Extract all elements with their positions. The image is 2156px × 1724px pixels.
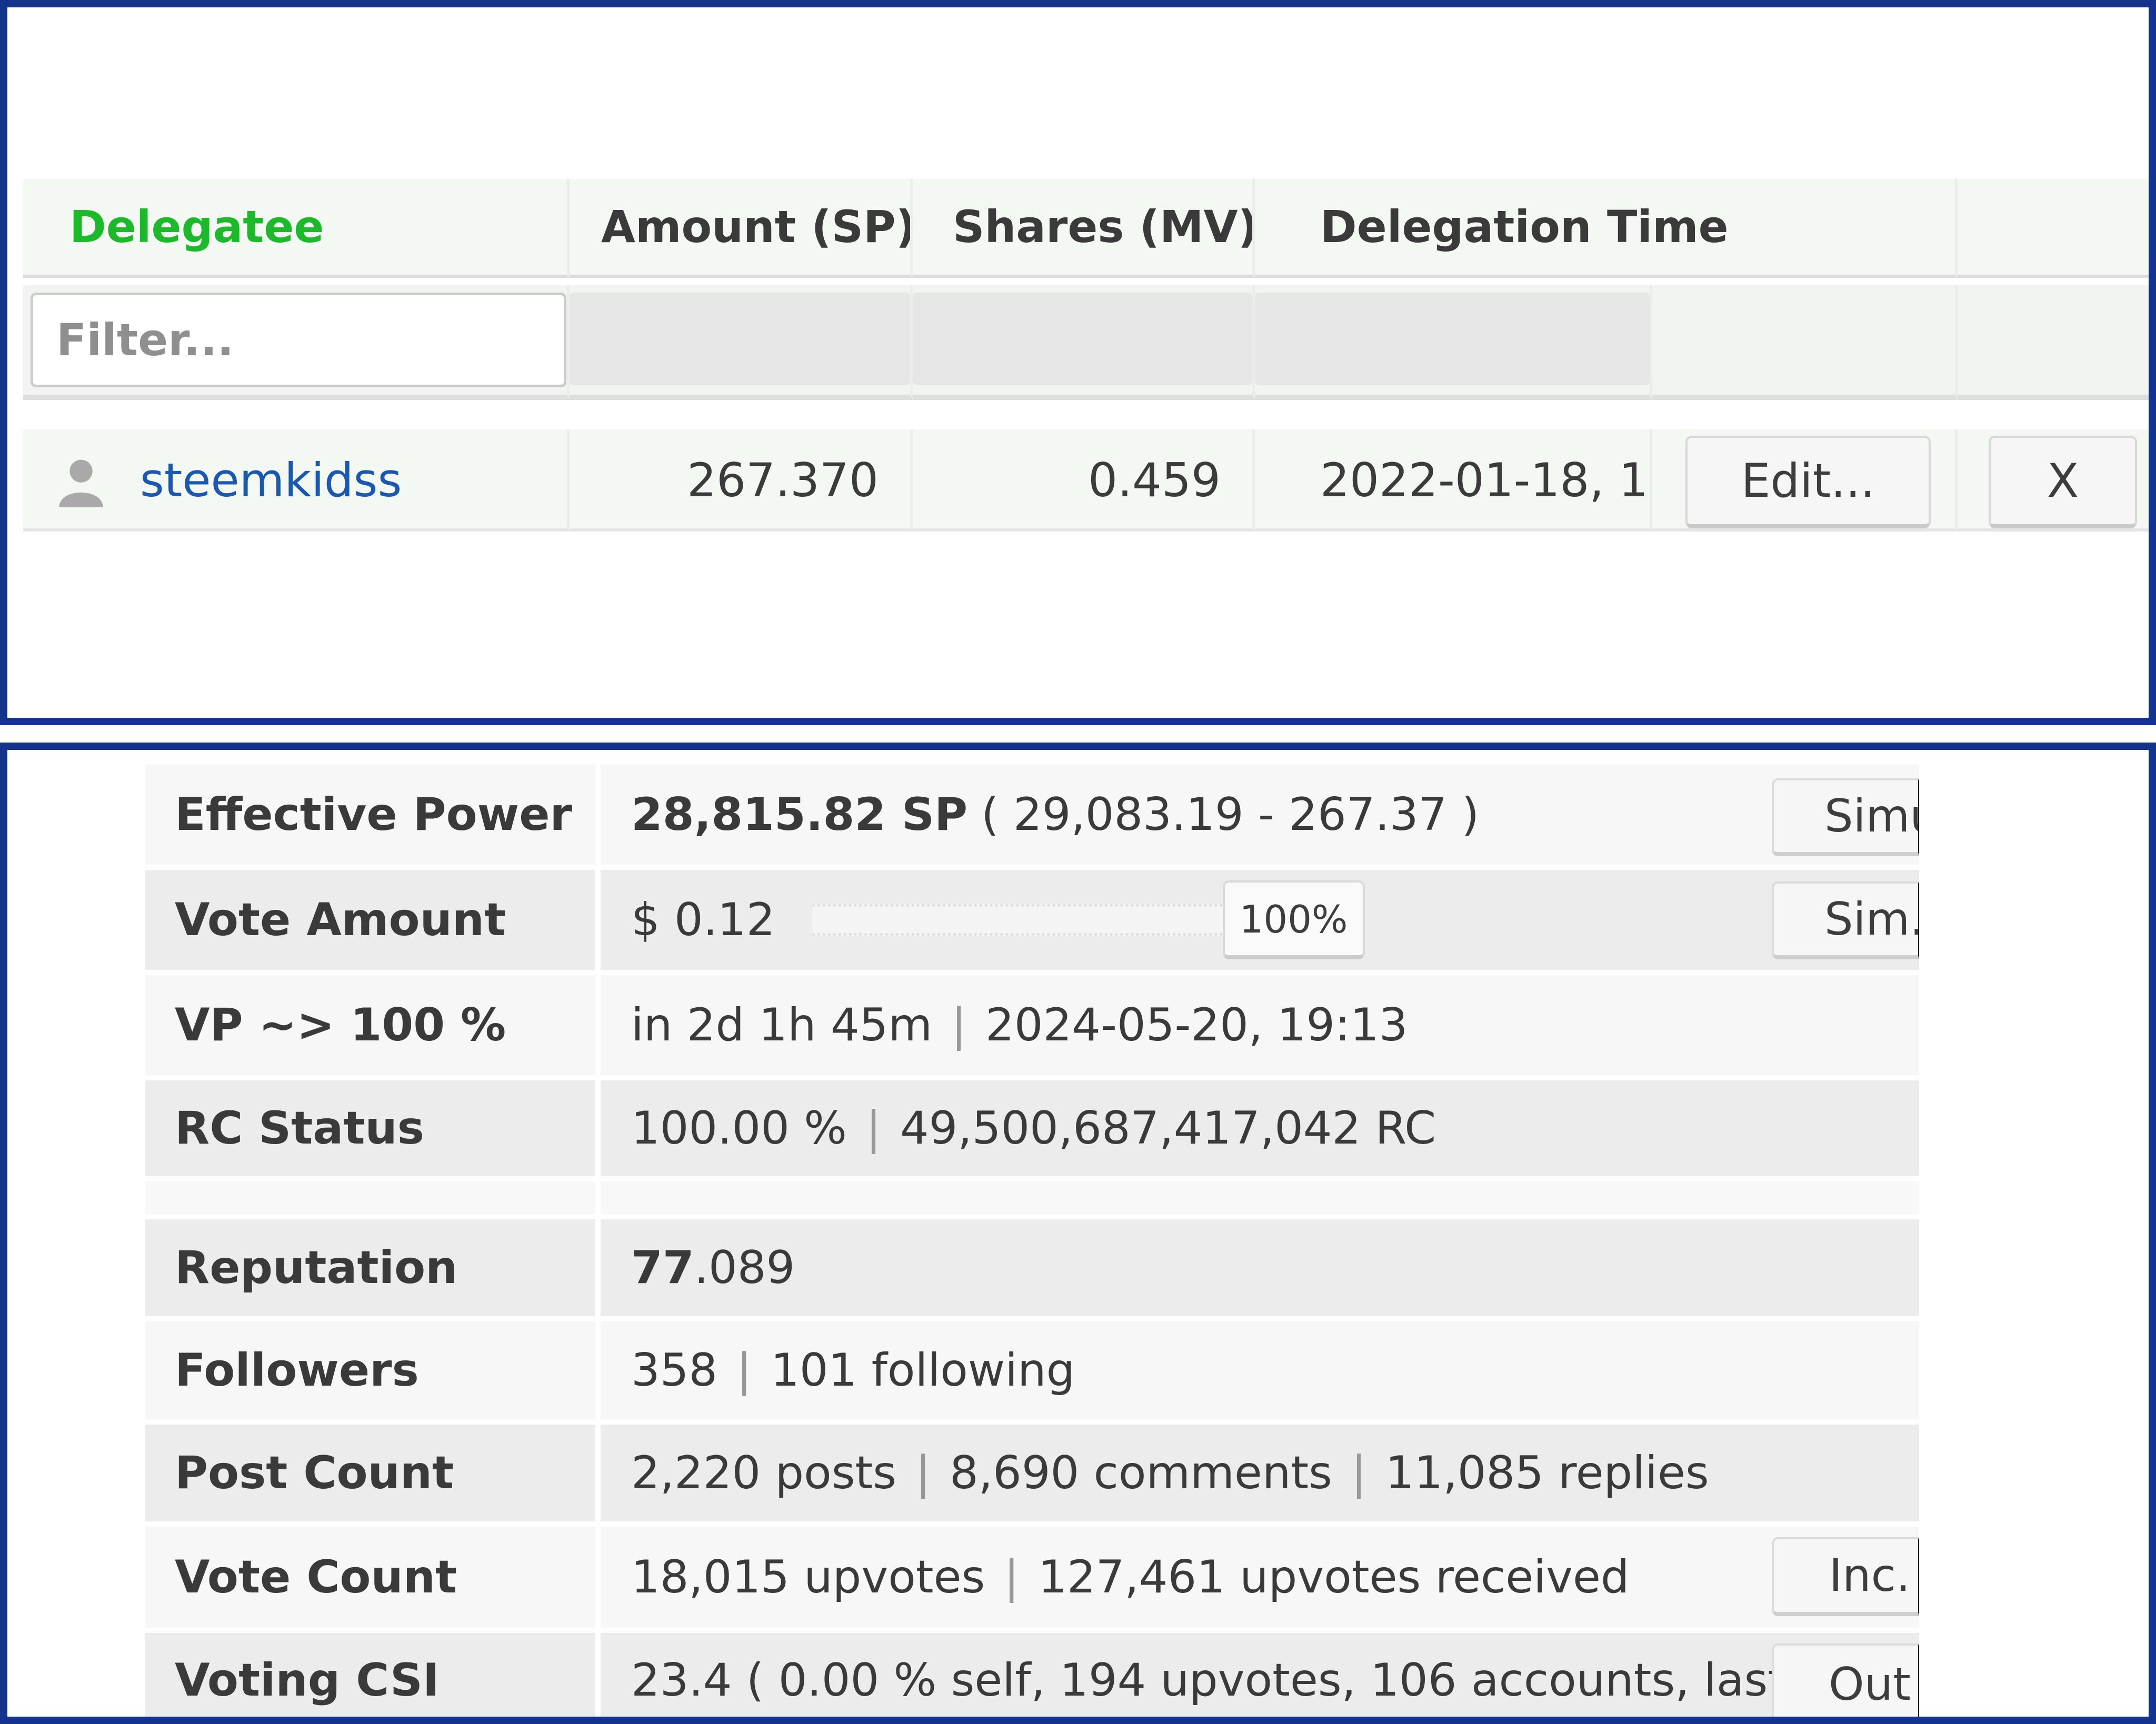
filter-cell-amount <box>570 285 913 400</box>
stat-row-effective-power: Effective Power 28,815.82 SP ( 29,083.19… <box>145 765 1919 865</box>
stat-row-vote-count: Vote Count 18,015 upvotes | 127,461 upvo… <box>145 1527 1919 1628</box>
user-avatar-icon <box>59 459 103 507</box>
stat-row-spacer <box>145 1181 1919 1214</box>
reputation-integer: 77 <box>631 1241 694 1294</box>
stat-row-voting-power: VP ~> 100 % in 2d 1h 45m | 2024-05-20, 1… <box>145 975 1919 1075</box>
stat-row-vote-amount: Vote Amount $ 0.12 100% Sim. <box>145 870 1919 970</box>
stat-value: 18,015 upvotes | 127,461 upvotes receive… <box>601 1527 1919 1628</box>
simulate-power-button[interactable]: Simu <box>1772 778 1919 856</box>
stat-label: Vote Amount <box>145 870 595 970</box>
stat-value: $ 0.12 100% <box>601 870 1919 970</box>
vote-weight-slider-track[interactable] <box>812 904 1223 936</box>
simulate-vote-button[interactable]: Sim. <box>1772 881 1919 959</box>
stat-value: 2,220 posts | 8,690 comments | 11,085 re… <box>601 1425 1919 1521</box>
vp-datetime: 2024-05-20, 19:13 <box>985 999 1408 1051</box>
stat-label: Post Count <box>145 1425 595 1521</box>
rc-percent: 100.00 % <box>631 1102 847 1155</box>
separator: | <box>915 1447 931 1499</box>
vote-amount-value: $ 0.12 <box>631 894 775 946</box>
spacer-value <box>601 1181 1919 1214</box>
delegation-time-cell: 2022-01-18, 18: <box>1255 429 1652 532</box>
stat-label: Vote Count <box>145 1527 595 1628</box>
following-count[interactable]: 101 following <box>771 1344 1075 1397</box>
stat-value: 358 | 101 following <box>601 1321 1919 1419</box>
filter-cell-time <box>1255 285 1652 400</box>
rc-amount: 49,500,687,417,042 RC <box>900 1102 1436 1155</box>
stat-label: Followers <box>145 1321 595 1419</box>
outgoing-votes-button[interactable]: Out <box>1772 1643 1919 1717</box>
delegation-panel: Delegatee Amount (SP) Shares (MV) Delega… <box>0 0 2156 725</box>
stat-label: RC Status <box>145 1080 595 1176</box>
followers-count[interactable]: 358 <box>631 1344 717 1397</box>
stat-label: Effective Power <box>145 765 595 865</box>
filter-cell-actions <box>1958 285 2149 400</box>
effective-power-value: 28,815.82 SP <box>631 788 968 841</box>
separator: | <box>1351 1447 1366 1499</box>
posts-count: 2,220 posts <box>631 1447 897 1499</box>
comments-count: 8,690 comments <box>950 1447 1332 1499</box>
delegatee-filter-input[interactable] <box>31 293 566 387</box>
column-header-actions <box>1958 179 2149 278</box>
vp-eta: in 2d 1h 45m <box>631 999 933 1051</box>
stat-value: 23.4 ( 0.00 % self, 194 upvotes, 106 acc… <box>601 1633 1919 1717</box>
incoming-votes-button[interactable]: Inc. <box>1772 1537 1919 1616</box>
filter-cell-shares <box>913 285 1255 400</box>
delegatee-link[interactable]: steemkidss <box>140 429 402 528</box>
upvotes-count: 18,015 upvotes <box>631 1551 985 1603</box>
column-header-delegatee[interactable]: Delegatee <box>23 179 570 278</box>
stat-row-followers: Followers 358 | 101 following <box>145 1321 1919 1419</box>
stat-row-voting-csi: Voting CSI 23.4 ( 0.00 % self, 194 upvot… <box>145 1633 1919 1717</box>
stat-row-rc-status: RC Status 100.00 % | 49,500,687,417,042 … <box>145 1080 1919 1176</box>
account-stats-panel: Effective Power 28,815.82 SP ( 29,083.19… <box>0 743 2156 1724</box>
voting-csi-value: 23.4 ( 0.00 % self, 194 upvotes, 106 acc… <box>631 1654 1890 1707</box>
stat-label: VP ~> 100 % <box>145 975 595 1075</box>
stat-value: in 2d 1h 45m | 2024-05-20, 19:13 <box>601 975 1919 1075</box>
stat-row-post-count: Post Count 2,220 posts | 8,690 comments … <box>145 1425 1919 1521</box>
separator: | <box>736 1344 752 1397</box>
replies-count: 11,085 replies <box>1385 1447 1709 1499</box>
stat-value: 100.00 % | 49,500,687,417,042 RC <box>601 1080 1919 1176</box>
account-stats-table: Effective Power 28,815.82 SP ( 29,083.19… <box>145 765 1919 1717</box>
table-row: steemkidss <box>23 429 570 532</box>
stat-label: Reputation <box>145 1219 595 1316</box>
separator: | <box>951 999 967 1051</box>
separator: | <box>1004 1551 1020 1603</box>
upvotes-received-count: 127,461 upvotes received <box>1038 1551 1630 1603</box>
column-header-shares[interactable]: Shares (MV) <box>913 179 1255 278</box>
vote-weight-slider-handle[interactable]: 100% <box>1222 880 1365 959</box>
column-header-delegation-time[interactable]: Delegation Time <box>1255 179 1958 278</box>
column-header-amount[interactable]: Amount (SP) <box>570 179 913 278</box>
shares-cell: 0.459 <box>913 429 1255 532</box>
effective-power-detail: ( 29,083.19 - 267.37 ) <box>981 788 1480 841</box>
spacer-label <box>145 1181 595 1214</box>
separator: | <box>865 1102 881 1155</box>
reputation-decimal: .089 <box>694 1241 795 1294</box>
filter-cell-blank <box>1652 285 1958 400</box>
stat-row-reputation: Reputation 77 .089 <box>145 1219 1919 1316</box>
remove-delegation-button[interactable]: X <box>1989 436 2137 528</box>
stat-value: 28,815.82 SP ( 29,083.19 - 267.37 ) <box>601 765 1919 865</box>
amount-cell: 267.370 <box>570 429 913 532</box>
stat-value: 77 .089 <box>601 1219 1919 1316</box>
stat-label: Voting CSI <box>145 1633 595 1717</box>
edit-button[interactable]: Edit... <box>1685 436 1931 528</box>
